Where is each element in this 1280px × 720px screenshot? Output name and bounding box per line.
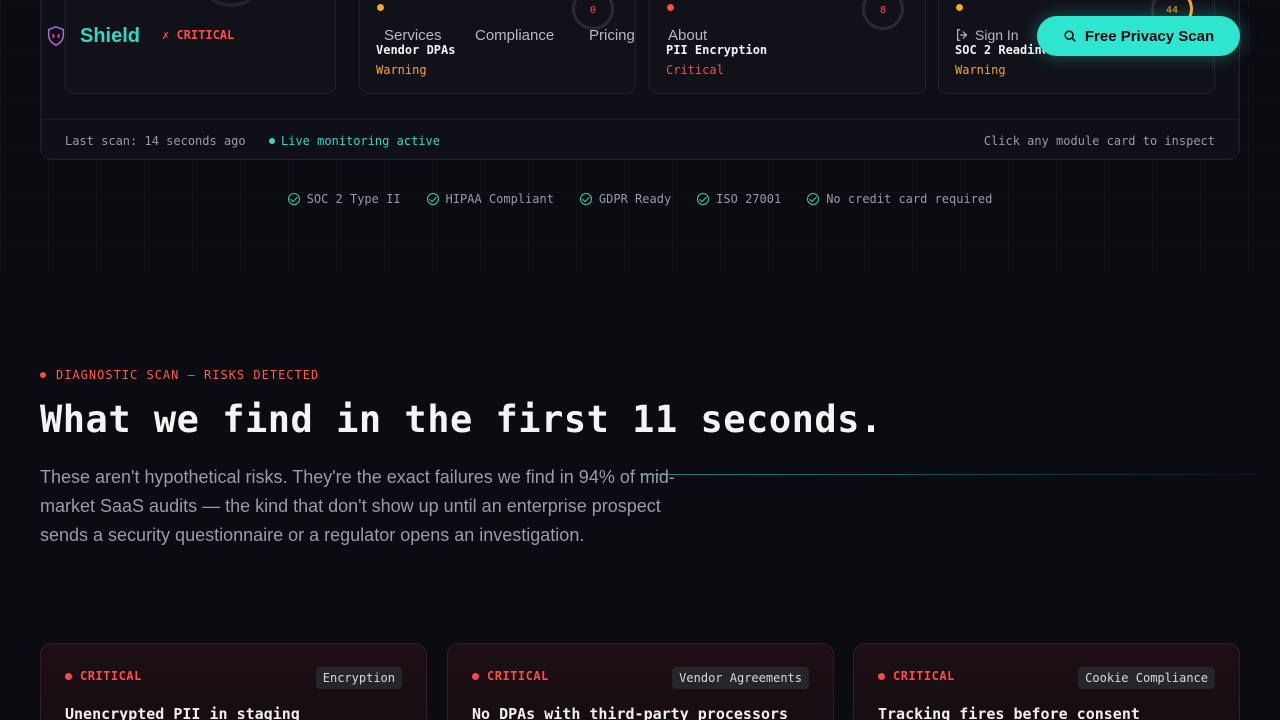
status-dot [667, 4, 674, 11]
trust-badges: SOC 2 Type II HIPAA Compliant GDPR Ready… [0, 192, 1280, 206]
severity-badge: CRITICAL [472, 669, 549, 683]
risk-card-cookie-compliance[interactable]: CRITICAL Cookie Compliance Tracking fire… [853, 643, 1240, 720]
badge-hipaa: HIPAA Compliant [426, 192, 554, 206]
panel-footer: Last scan: 14 seconds ago Live monitorin… [41, 119, 1239, 161]
scan-line-decoration [640, 474, 1260, 475]
check-circle-icon [579, 193, 592, 205]
section-lead: These aren't hypothetical risks. They're… [40, 467, 675, 545]
module-title: SOC 2 Readiness [955, 43, 1045, 57]
brand-name[interactable]: Shield [80, 25, 140, 48]
check-circle-icon [697, 193, 710, 205]
module-card-pii-encryption[interactable]: 8 PII Encryption Critical [649, 0, 926, 94]
risk-title: Unencrypted PII in staging [65, 705, 300, 720]
critical-dot-icon [878, 672, 885, 680]
module-status: Critical [666, 63, 724, 77]
sign-in-link[interactable]: Sign In [955, 27, 1019, 43]
live-monitoring-status: Live monitoring active [269, 134, 440, 148]
status-dot [377, 4, 384, 11]
risk-card-encryption[interactable]: CRITICAL Encryption Unencrypted PII in s… [40, 643, 427, 720]
section-headline: What we find in the first 11 seconds. [40, 398, 883, 441]
free-privacy-scan-button[interactable]: Free Privacy Scan [1037, 16, 1240, 56]
check-circle-icon [287, 193, 300, 205]
shield-logo-icon[interactable] [45, 25, 67, 47]
nav-link-services[interactable]: Services [384, 27, 442, 44]
critical-status-badge: ✗ CRITICAL [162, 28, 235, 42]
risk-title: No DPAs with third-party processors [472, 705, 789, 720]
module-card-vendor-dpas[interactable]: 0 Vendor DPAs Warning [359, 0, 636, 94]
last-scan-text: Last scan: 14 seconds ago [65, 134, 246, 148]
gauge-icon [196, 0, 266, 7]
badge-gdpr: GDPR Ready [579, 192, 671, 206]
nav-link-compliance[interactable]: Compliance [475, 27, 554, 44]
badge-soc2: SOC 2 Type II [287, 192, 401, 206]
search-icon [1064, 30, 1076, 42]
module-status: Warning [955, 63, 1006, 77]
critical-dot-icon [65, 672, 72, 680]
section-eyebrow: DIAGNOSTIC SCAN — RISKS DETECTED [40, 368, 319, 382]
risk-category-tag: Encryption [315, 667, 402, 689]
severity-badge: CRITICAL [878, 669, 955, 683]
nav-link-pricing[interactable]: Pricing [589, 27, 635, 44]
risk-title: Tracking fires before consent [878, 705, 1140, 720]
inspect-hint: Click any module card to inspect [983, 134, 1215, 148]
severity-badge: CRITICAL [65, 669, 142, 683]
nav-link-about[interactable]: About [668, 27, 707, 44]
risk-card-vendor-agreements[interactable]: CRITICAL Vendor Agreements No DPAs with … [447, 643, 834, 720]
critical-dot-icon [472, 672, 479, 680]
live-dot-icon [269, 137, 275, 144]
score-gauge: 0 [572, 0, 614, 30]
cta-label: Free Privacy Scan [1084, 27, 1215, 45]
check-circle-icon [426, 193, 439, 205]
module-status: Warning [376, 63, 427, 77]
status-dot [956, 4, 963, 11]
badge-no-credit-card: No credit card required [807, 192, 992, 206]
badge-iso: ISO 27001 [697, 192, 781, 206]
module-title: PII Encryption [666, 43, 768, 57]
sign-in-icon [957, 29, 968, 41]
sign-in-label: Sign In [975, 27, 1019, 43]
score-gauge: 8 [862, 0, 904, 30]
alert-dot-icon [40, 372, 46, 378]
risk-category-tag: Vendor Agreements [672, 667, 809, 689]
check-circle-icon [807, 193, 820, 205]
module-title: Vendor DPAs [376, 43, 456, 57]
risk-category-tag: Cookie Compliance [1078, 667, 1215, 689]
